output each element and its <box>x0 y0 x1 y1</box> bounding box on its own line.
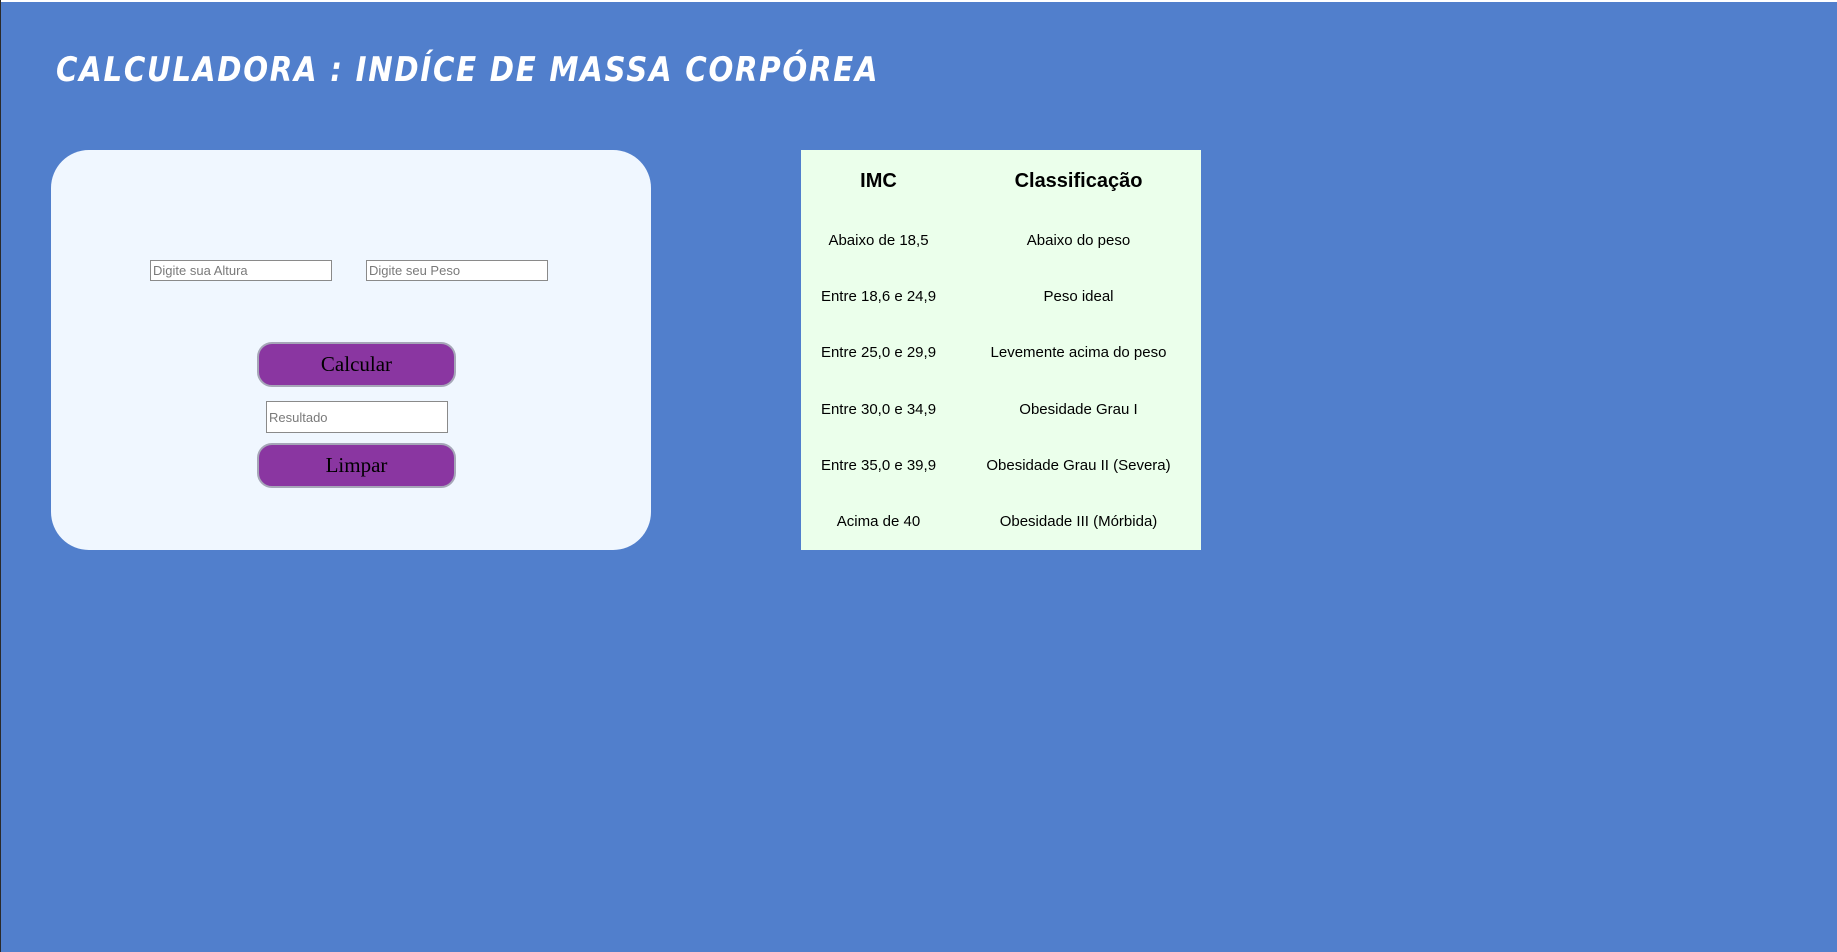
table-row: Abaixo de 18,5 Abaixo do peso <box>801 212 1201 268</box>
table-header-row: IMC Classificação <box>801 150 1201 212</box>
imc-range-cell: Entre 30,0 e 34,9 <box>820 400 937 418</box>
window-top-edge <box>0 0 1837 2</box>
peso-input[interactable] <box>366 260 548 281</box>
limpar-button[interactable]: Limpar <box>257 443 456 488</box>
table-row: Entre 30,0 e 34,9 Obesidade Grau I <box>801 381 1201 437</box>
imc-range-cell: Entre 25,0 e 29,9 <box>820 344 937 362</box>
header-imc: IMC <box>860 169 897 192</box>
imc-range-cell: Entre 35,0 e 39,9 <box>820 456 937 474</box>
table-row: Entre 25,0 e 29,9 Levemente acima do pes… <box>801 325 1201 381</box>
window-left-edge <box>0 0 1 952</box>
imc-classification-table: IMC Classificação Abaixo de 18,5 Abaixo … <box>801 150 1201 550</box>
altura-input[interactable] <box>150 260 332 281</box>
imc-range-cell: Entre 18,6 e 24,9 <box>820 287 937 305</box>
classification-cell: Obesidade Grau I <box>1019 400 1138 418</box>
calcular-button[interactable]: Calcular <box>257 342 456 387</box>
classification-cell: Abaixo do peso <box>1026 231 1131 249</box>
table-row: Acima de 40 Obesidade III (Mórbida) <box>801 494 1201 550</box>
imc-range-cell: Abaixo de 18,5 <box>828 231 929 249</box>
classification-cell: Obesidade III (Mórbida) <box>999 513 1158 531</box>
imc-range-cell: Acima de 40 <box>836 513 921 531</box>
resultado-field[interactable] <box>266 401 448 433</box>
table-row: Entre 18,6 e 24,9 Peso ideal <box>801 268 1201 324</box>
table-row: Entre 35,0 e 39,9 Obesidade Grau II (Sev… <box>801 437 1201 493</box>
page-title: Calculadora : Indíce de massa corpórea <box>56 50 880 90</box>
calculator-card: Calcular Limpar <box>51 150 651 550</box>
classification-cell: Obesidade Grau II (Severa) <box>986 456 1171 474</box>
classification-cell: Levemente acima do peso <box>990 344 1167 362</box>
classification-cell: Peso ideal <box>1043 287 1114 305</box>
header-classificacao: Classificação <box>1014 169 1143 192</box>
